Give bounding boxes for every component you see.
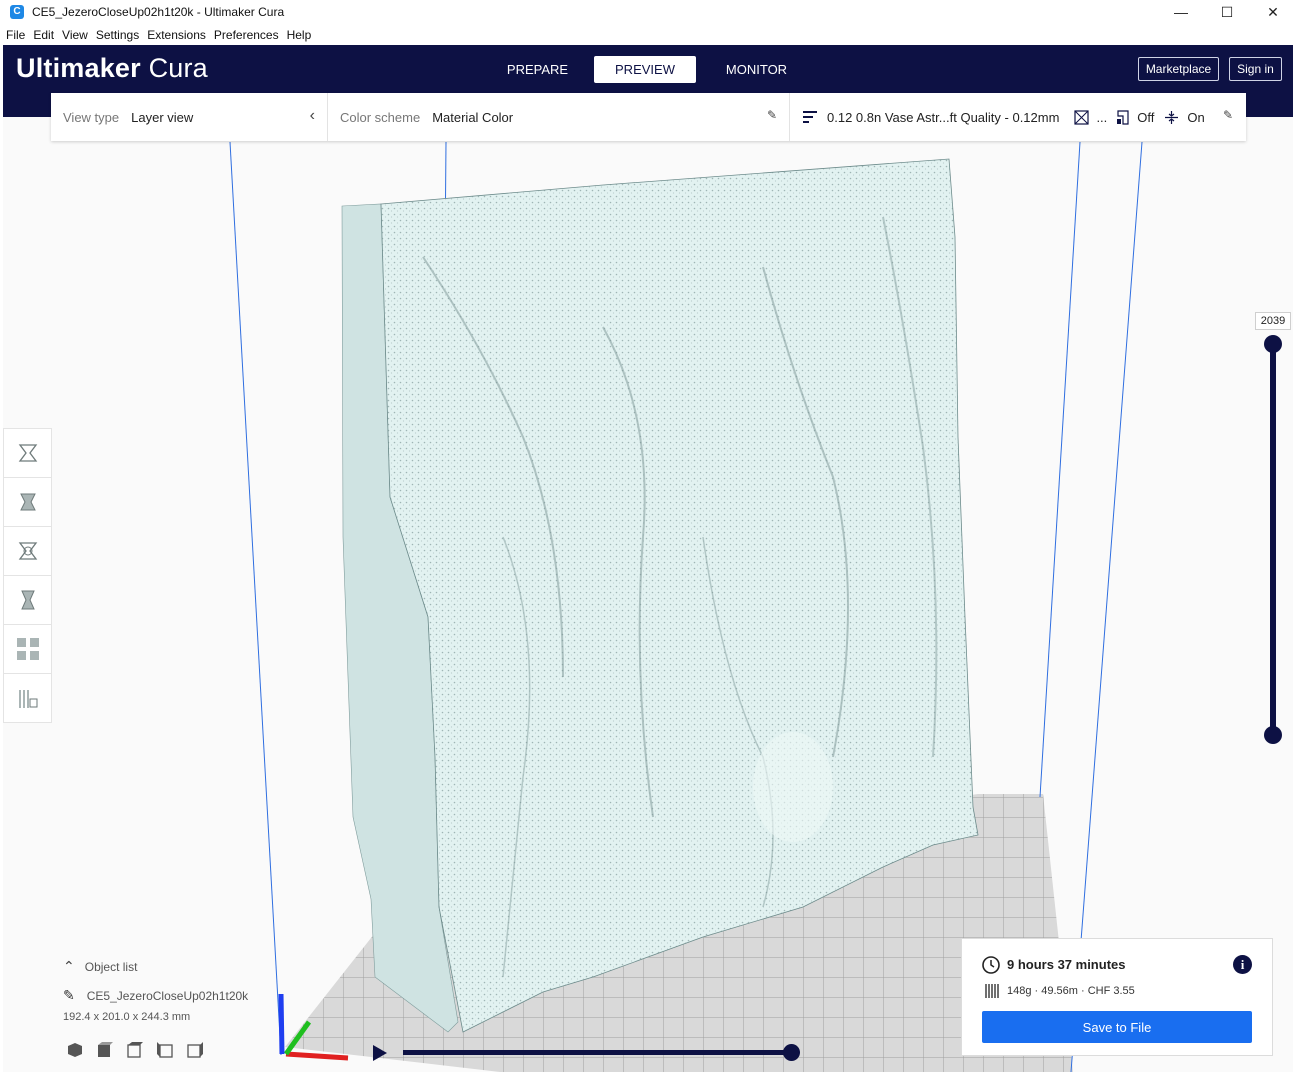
support-icon bbox=[1117, 110, 1129, 125]
chevron-up-icon: ⌃ bbox=[63, 958, 75, 974]
rotate-icon bbox=[18, 542, 37, 560]
object-list-item[interactable]: ✎ CE5_JezeroCloseUp02h1t20k bbox=[63, 987, 248, 1004]
logo-brand: Ultimaker bbox=[16, 53, 141, 83]
layer-slider-lower-handle[interactable] bbox=[1264, 726, 1282, 744]
minimize-button[interactable]: — bbox=[1158, 0, 1204, 24]
spool-icon bbox=[985, 984, 999, 998]
close-button[interactable]: ✕ bbox=[1250, 0, 1296, 24]
menu-settings[interactable]: Settings bbox=[96, 28, 139, 42]
window-title: CE5_JezeroCloseUp02h1t20k - Ultimaker Cu… bbox=[32, 5, 285, 19]
model-highlight bbox=[753, 732, 833, 842]
info-icon[interactable]: i bbox=[1233, 955, 1252, 974]
mirror-icon bbox=[20, 590, 35, 610]
object-list-label: Object list bbox=[84, 960, 138, 974]
menu-file[interactable]: File bbox=[6, 28, 25, 42]
ultimaker-cura-logo: Ultimaker Cura bbox=[16, 53, 208, 84]
move-tool-button[interactable] bbox=[4, 429, 51, 478]
window-title-bar: C CE5_JezeroCloseUp02h1t20k - Ultimaker … bbox=[0, 0, 1296, 24]
menu-view[interactable]: View bbox=[62, 28, 88, 42]
3d-viewport[interactable] bbox=[3, 117, 1293, 1072]
scale-icon bbox=[19, 493, 36, 511]
view-type-value: Layer view bbox=[131, 109, 194, 125]
per-model-settings-button[interactable] bbox=[4, 625, 51, 674]
color-scheme-label: Color scheme bbox=[340, 109, 421, 125]
scale-tool-button[interactable] bbox=[4, 478, 51, 527]
menu-extensions[interactable]: Extensions bbox=[147, 28, 206, 42]
camera-view-buttons bbox=[68, 1042, 203, 1058]
save-to-file-button[interactable]: Save to File bbox=[982, 1011, 1252, 1043]
support-blocker-button[interactable] bbox=[4, 674, 51, 723]
profile-name: 0.12 0.8n Vase Astr...ft Quality - 0.12m… bbox=[827, 109, 1060, 125]
print-time: 9 hours 37 minutes bbox=[1007, 957, 1126, 972]
menu-help[interactable]: Help bbox=[287, 28, 312, 42]
top-view-icon[interactable] bbox=[127, 1042, 143, 1058]
rotate-tool-button[interactable] bbox=[4, 527, 51, 576]
tab-preview[interactable]: PREVIEW bbox=[594, 56, 696, 83]
per-model-settings-icon bbox=[16, 638, 39, 660]
infill-value: ... bbox=[1096, 109, 1108, 125]
pencil-icon[interactable]: ✎ bbox=[1223, 108, 1233, 122]
maximize-button[interactable]: ☐ bbox=[1204, 0, 1250, 24]
pencil-icon: ✎ bbox=[63, 987, 75, 1003]
layer-slider-track[interactable] bbox=[1270, 344, 1276, 736]
adhesion-value: On bbox=[1187, 109, 1205, 125]
play-simulation-button[interactable] bbox=[373, 1045, 387, 1061]
build-volume-edge bbox=[229, 141, 282, 1056]
color-scheme-selector[interactable]: Color scheme Material Color ✎ bbox=[328, 93, 790, 141]
support-value: Off bbox=[1137, 109, 1155, 125]
move-icon bbox=[18, 444, 37, 462]
color-scheme-value: Material Color bbox=[432, 109, 514, 125]
build-volume-edge bbox=[1039, 141, 1081, 798]
marketplace-button[interactable]: Marketplace bbox=[1138, 57, 1219, 81]
menu-edit[interactable]: Edit bbox=[33, 28, 54, 42]
cura-app-icon: C bbox=[10, 5, 24, 19]
object-dimensions: 192.4 x 201.0 x 244.3 mm bbox=[63, 1011, 191, 1023]
simulation-slider-track[interactable] bbox=[403, 1050, 793, 1055]
adhesion-icon bbox=[1165, 110, 1179, 124]
object-name: CE5_JezeroCloseUp02h1t20k bbox=[86, 989, 249, 1003]
support-blocker-icon bbox=[18, 689, 37, 708]
front-view-icon[interactable] bbox=[98, 1042, 113, 1057]
simulation-slider-handle[interactable] bbox=[783, 1044, 800, 1061]
build-volume-edge bbox=[1070, 141, 1143, 1072]
sign-in-button[interactable]: Sign in bbox=[1229, 57, 1282, 81]
print-profile-icon bbox=[803, 111, 817, 123]
layer-number-field[interactable]: 2039 bbox=[1255, 312, 1291, 330]
right-view-icon[interactable] bbox=[187, 1042, 203, 1058]
logo-product: Cura bbox=[148, 53, 208, 83]
tab-monitor[interactable]: MONITOR bbox=[709, 56, 804, 83]
mirror-tool-button[interactable] bbox=[4, 576, 51, 625]
tool-palette bbox=[3, 428, 52, 723]
build-volume-render bbox=[229, 141, 1143, 1072]
view-options-bar: View type Layer view ‹ Color scheme Mate… bbox=[51, 93, 1246, 141]
menu-bar: File Edit View Settings Extensions Prefe… bbox=[0, 26, 319, 44]
x-axis-indicator bbox=[285, 1051, 349, 1061]
view-type-label: View type bbox=[63, 109, 120, 125]
clock-icon bbox=[982, 956, 1000, 974]
object-list-toggle[interactable]: ⌃ Object list bbox=[63, 958, 137, 975]
layer-slider-upper-handle[interactable] bbox=[1264, 335, 1282, 353]
z-axis-indicator bbox=[278, 993, 285, 1055]
left-view-icon[interactable] bbox=[157, 1042, 173, 1058]
3d-view-icon[interactable] bbox=[68, 1043, 82, 1057]
view-type-selector[interactable]: View type Layer view ‹ bbox=[51, 93, 328, 141]
tab-prepare[interactable]: PREPARE bbox=[489, 56, 586, 83]
infill-icon bbox=[1074, 109, 1090, 125]
print-settings-selector[interactable]: 0.12 0.8n Vase Astr...ft Quality - 0.12m… bbox=[790, 93, 1246, 141]
material-estimate: 148g · 49.56m · CHF 3.55 bbox=[1007, 985, 1135, 997]
print-information-panel: 9 hours 37 minutes i 148g · 49.56m · CHF… bbox=[961, 938, 1273, 1056]
chevron-left-icon[interactable]: ‹ bbox=[310, 107, 315, 125]
pencil-icon[interactable]: ✎ bbox=[767, 108, 777, 122]
menu-preferences[interactable]: Preferences bbox=[214, 28, 279, 42]
